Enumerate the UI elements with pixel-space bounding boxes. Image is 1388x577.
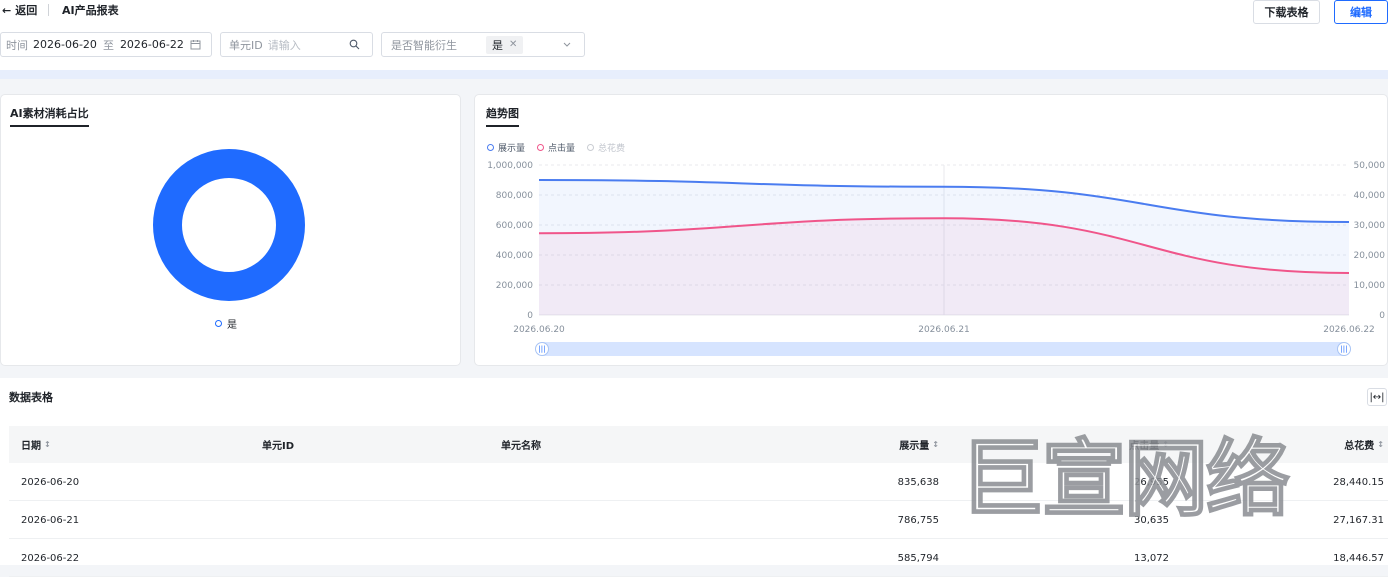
trend-card: 趋势图 展示量 点击量 总花费 1,000,000 50,000 800,000 40… [474,94,1388,366]
sort-icon[interactable]: ↕ [932,440,939,449]
unit-id-label: 单元ID [229,38,263,52]
selected-tag-label: 是 [492,38,503,52]
th-unit-id: 单元ID [262,426,294,463]
download-table-button[interactable]: 下载表格 [1253,0,1320,24]
back-label: 返回 [15,4,38,17]
legend-dot-icon [215,320,222,327]
date-start[interactable]: 2026-06-20 [33,38,97,51]
x-tick-label: 2026.06.22 [1323,325,1375,335]
table-row[interactable]: 2026-06-22 585,794 13,072 18,446.57 [9,539,1388,577]
sort-icon[interactable]: ↕ [1377,440,1384,449]
filter-bar: 时间 2026-06-20 至 2026-06-22 单元ID 请输入 是否智能… [0,26,1388,70]
filter-divider [0,70,1388,79]
th-date[interactable]: 日期 ↕ [21,426,51,463]
arrow-left-icon: ← [2,3,12,17]
cell-cost: 18,446.57 [1333,552,1384,564]
cell-impressions: 786,755 [897,514,939,526]
page-title: AI产品报表 [62,4,119,17]
unit-id-filter[interactable]: 单元ID 请输入 [220,32,373,57]
ai-derived-label: 是否智能衍生 [391,38,457,52]
slider-handle-left[interactable]: ||| [535,342,549,356]
y-right-tick-label: 40,000 [1354,191,1386,201]
th-label: 总花费 [1344,441,1375,452]
cell-date: 2026-06-22 [21,552,80,564]
y-left-tick-label: 400,000 [496,251,533,261]
th-label: 日期 [21,441,41,452]
cell-clicks: 13,072 [1134,552,1169,564]
ai-derived-select[interactable]: 是否智能衍生 是 ✕ [381,32,585,57]
y-left-tick-label: 0 [527,311,533,321]
y-left-tick-label: 800,000 [496,191,533,201]
y-right-tick-label: 20,000 [1354,251,1386,261]
unit-id-input[interactable]: 请输入 [268,37,301,53]
sort-icon[interactable]: ↕ [44,440,51,449]
calendar-icon [190,40,201,50]
th-label: 展示量 [899,441,930,452]
date-range-picker[interactable]: 时间 2026-06-20 至 2026-06-22 [0,32,212,57]
zoom-slider[interactable]: ||| ||| [535,342,1351,356]
ai-material-ratio-card: AI素材消耗占比 是 [0,94,461,366]
date-separator: 至 [102,38,114,52]
th-label: 单元名称 [501,441,541,452]
pie-legend-label: 是 [227,320,237,331]
date-label: 时间 [6,38,28,52]
close-icon[interactable]: ✕ [509,39,517,50]
pie-legend[interactable]: 是 [215,316,237,331]
expand-icon: |↔| [1369,391,1385,403]
trend-chart: 1,000,000 50,000 800,000 40,000 600,000 30,00… [487,161,1386,335]
th-label: 单元ID [262,441,295,452]
y-left-tick-label: 600,000 [496,221,533,231]
column-fit-button[interactable]: |↔| [1367,388,1387,406]
selected-tag: 是 ✕ [486,35,524,54]
top-bar: ← 返回 AI产品报表 下载表格 编辑 [0,0,1388,26]
donut-slice[interactable] [153,149,305,301]
y-right-tick-label: 10,000 [1354,281,1386,291]
cell-date: 2026-06-20 [21,476,80,488]
th-unit-name: 单元名称 [501,426,541,463]
chevron-down-icon[interactable] [562,39,572,49]
y-right-tick-label: 50,000 [1354,161,1386,171]
y-right-tick-label: 30,000 [1354,221,1386,231]
slider-handle-right[interactable]: ||| [1337,342,1351,356]
x-tick-label: 2026.06.20 [513,325,565,335]
divider [48,4,49,16]
x-tick-label: 2026.06.21 [918,325,970,335]
y-left-tick-label: 200,000 [496,281,533,291]
table-title: 数据表格 [9,391,53,404]
date-end[interactable]: 2026-06-22 [120,38,184,51]
th-impressions[interactable]: 展示量 ↕ [809,426,939,463]
cell-impressions: 585,794 [897,552,939,564]
cell-impressions: 835,638 [897,476,939,488]
cell-date: 2026-06-21 [21,514,80,526]
y-right-tick-label: 0 [1379,311,1385,321]
y-left-tick-label: 1,000,000 [487,161,533,171]
search-icon[interactable] [349,39,360,50]
watermark: 巨宣网络 [959,429,1291,529]
back-button[interactable]: ← 返回 [2,2,37,18]
edit-button[interactable]: 编辑 [1334,0,1388,24]
